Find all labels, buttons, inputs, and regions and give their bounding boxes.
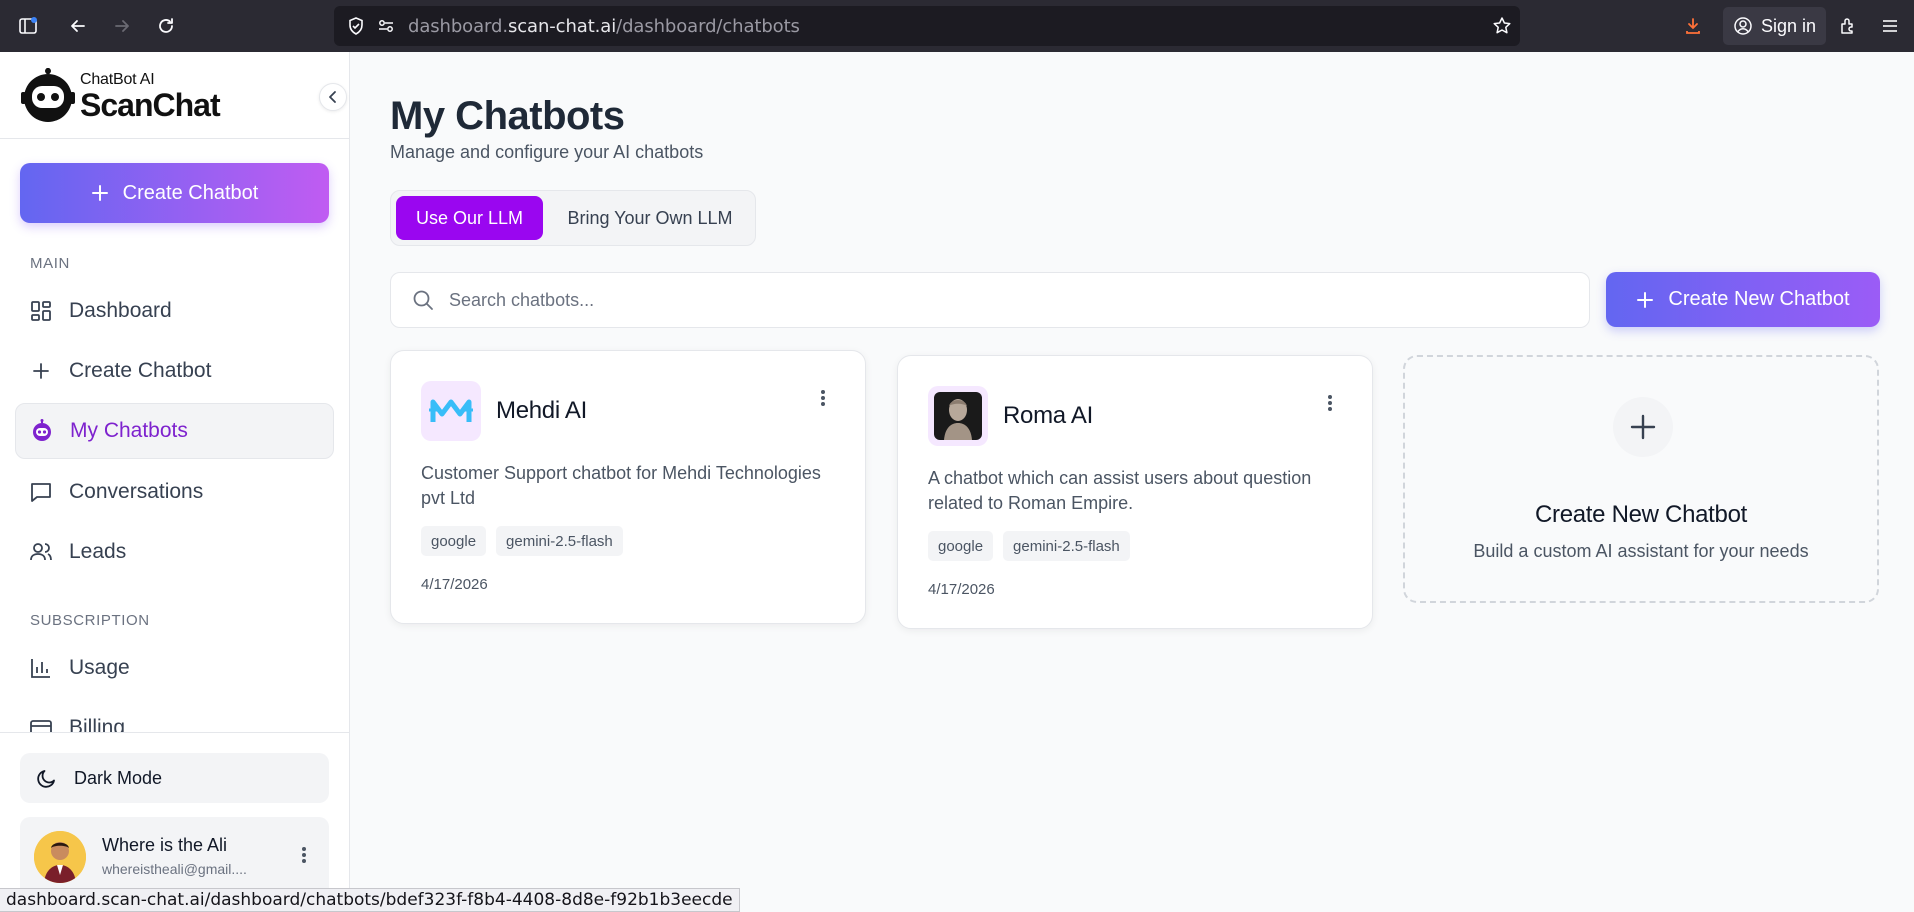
chatbot-tags: google gemini-2.5-flash (421, 526, 623, 556)
more-vertical-icon[interactable] (1318, 390, 1342, 416)
section-label-main: MAIN (30, 255, 70, 272)
sidebar-item-leads[interactable]: Leads (15, 524, 334, 580)
sidebar-item-label: Create Chatbot (69, 359, 212, 382)
chatbot-date: 4/17/2026 (928, 581, 995, 598)
bookmark-star-icon[interactable] (1492, 16, 1512, 36)
sidebar-item-label: Conversations (69, 480, 204, 503)
sidebar-item-dashboard[interactable]: Dashboard (15, 283, 334, 339)
tag-model: gemini-2.5-flash (1003, 531, 1130, 561)
search-input[interactable] (449, 289, 1549, 311)
chatbot-card[interactable]: Roma AI A chatbot which can assist users… (897, 355, 1373, 629)
plus-icon (1613, 397, 1673, 457)
tag-provider: google (421, 526, 487, 556)
dark-mode-toggle[interactable]: Dark Mode (20, 753, 329, 803)
llm-toggle: Use Our LLM Bring Your Own LLM (390, 190, 756, 246)
user-name: Where is the Ali (102, 835, 228, 855)
create-new-chatbot-label: Create New Chatbot (1668, 288, 1850, 310)
robot-logo-icon (20, 68, 76, 124)
create-chatbot-button[interactable]: Create Chatbot (20, 163, 329, 223)
sidebar-scroll-clip: Billing (0, 672, 350, 732)
search-icon (411, 288, 435, 312)
sidebar-item-billing[interactable]: Billing (15, 700, 334, 732)
status-bar-url: dashboard.scan-chat.ai/dashboard/chatbot… (0, 888, 740, 912)
logo[interactable]: ChatBot AI ScanChat (20, 68, 221, 124)
dashboard-icon (29, 299, 53, 323)
sidebar-toggle-icon[interactable] (0, 0, 56, 52)
moon-icon (36, 767, 58, 789)
menu-icon[interactable] (1880, 16, 1900, 36)
chevron-left-icon (326, 90, 340, 104)
avatar (34, 831, 86, 883)
extensions-icon[interactable] (1838, 16, 1858, 36)
new-card-title: Create New Chatbot (1534, 501, 1748, 528)
chatbot-description: Customer Support chatbot for Mehdi Techn… (421, 463, 821, 508)
account-icon (1733, 16, 1753, 36)
more-vertical-icon[interactable] (301, 845, 307, 870)
chatbot-logo-roma (928, 386, 988, 446)
forward-icon[interactable] (100, 0, 144, 52)
url-bar[interactable]: dashboard.scan-chat.ai/dashboard/chatbot… (334, 6, 1520, 46)
sidebar-item-label: My Chatbots (70, 419, 188, 442)
site-info-icon[interactable] (376, 16, 396, 36)
page-subtitle: Manage and configure your AI chatbots (390, 142, 704, 162)
sidebar-item-label: Dashboard (69, 299, 172, 322)
chatbot-name: Roma AI (1003, 402, 1093, 429)
tab-use-our-llm[interactable]: Use Our LLM (396, 196, 543, 240)
tab-bring-your-own-llm[interactable]: Bring Your Own LLM (549, 196, 751, 240)
users-icon (29, 540, 53, 564)
tag-provider: google (928, 531, 994, 561)
back-icon[interactable] (56, 0, 100, 52)
chatbot-logo-mehdi (421, 381, 481, 441)
plus-icon (91, 184, 109, 202)
sidebar-item-create-chatbot[interactable]: Create Chatbot (15, 343, 334, 399)
user-profile-card[interactable]: Where is the Ali whereistheali@gmail.... (20, 817, 329, 897)
chatbot-tags: google gemini-2.5-flash (928, 531, 1130, 561)
sign-in-button[interactable]: Sign in (1722, 7, 1826, 45)
sign-in-label: Sign in (1760, 15, 1816, 36)
create-new-chatbot-button[interactable]: Create New Chatbot (1606, 272, 1880, 327)
chatbot-description: A chatbot which can assist users about q… (928, 468, 1312, 513)
chatbot-name: Mehdi AI (496, 397, 587, 424)
page-title: My Chatbots (390, 94, 625, 138)
plus-icon (29, 359, 53, 383)
sidebar-item-label: Leads (69, 540, 127, 563)
message-icon (29, 480, 53, 504)
shield-icon (346, 16, 366, 36)
section-label-subscription: SUBSCRIPTION (30, 612, 150, 629)
sidebar: ChatBot AI ScanChat Create Chatbot MAIN … (0, 52, 350, 912)
url-text: dashboard.scan-chat.ai/dashboard/chatbot… (408, 15, 800, 37)
user-email: whereistheali@gmail.... (102, 861, 247, 877)
more-vertical-icon[interactable] (811, 385, 835, 411)
divider (0, 138, 350, 139)
create-new-chatbot-card[interactable]: Create New Chatbot Build a custom AI ass… (1403, 355, 1879, 603)
sidebar-item-conversations[interactable]: Conversations (15, 464, 334, 520)
sidebar-item-my-chatbots[interactable]: My Chatbots (15, 403, 334, 459)
new-card-subtitle: Build a custom AI assistant for your nee… (1473, 541, 1809, 561)
plus-icon (1636, 291, 1654, 309)
divider (0, 732, 350, 733)
collapse-sidebar-button[interactable] (319, 83, 347, 111)
tag-model: gemini-2.5-flash (496, 526, 623, 556)
logo-wordmark: ScanChat (80, 86, 221, 123)
logo-tagline: ChatBot AI (80, 70, 155, 88)
browser-toolbar: dashboard.scan-chat.ai/dashboard/chatbot… (0, 0, 1914, 52)
dark-mode-label: Dark Mode (74, 767, 163, 788)
search-bar (390, 272, 1590, 328)
bot-icon (30, 419, 54, 443)
chatbot-card[interactable]: Mehdi AI Customer Support chatbot for Me… (390, 350, 866, 624)
chatbot-date: 4/17/2026 (421, 576, 488, 593)
credit-card-icon (29, 716, 53, 732)
reload-icon[interactable] (144, 0, 188, 52)
download-icon[interactable] (1683, 16, 1703, 36)
create-chatbot-label: Create Chatbot (122, 181, 259, 204)
sidebar-item-label: Billing (69, 716, 126, 732)
